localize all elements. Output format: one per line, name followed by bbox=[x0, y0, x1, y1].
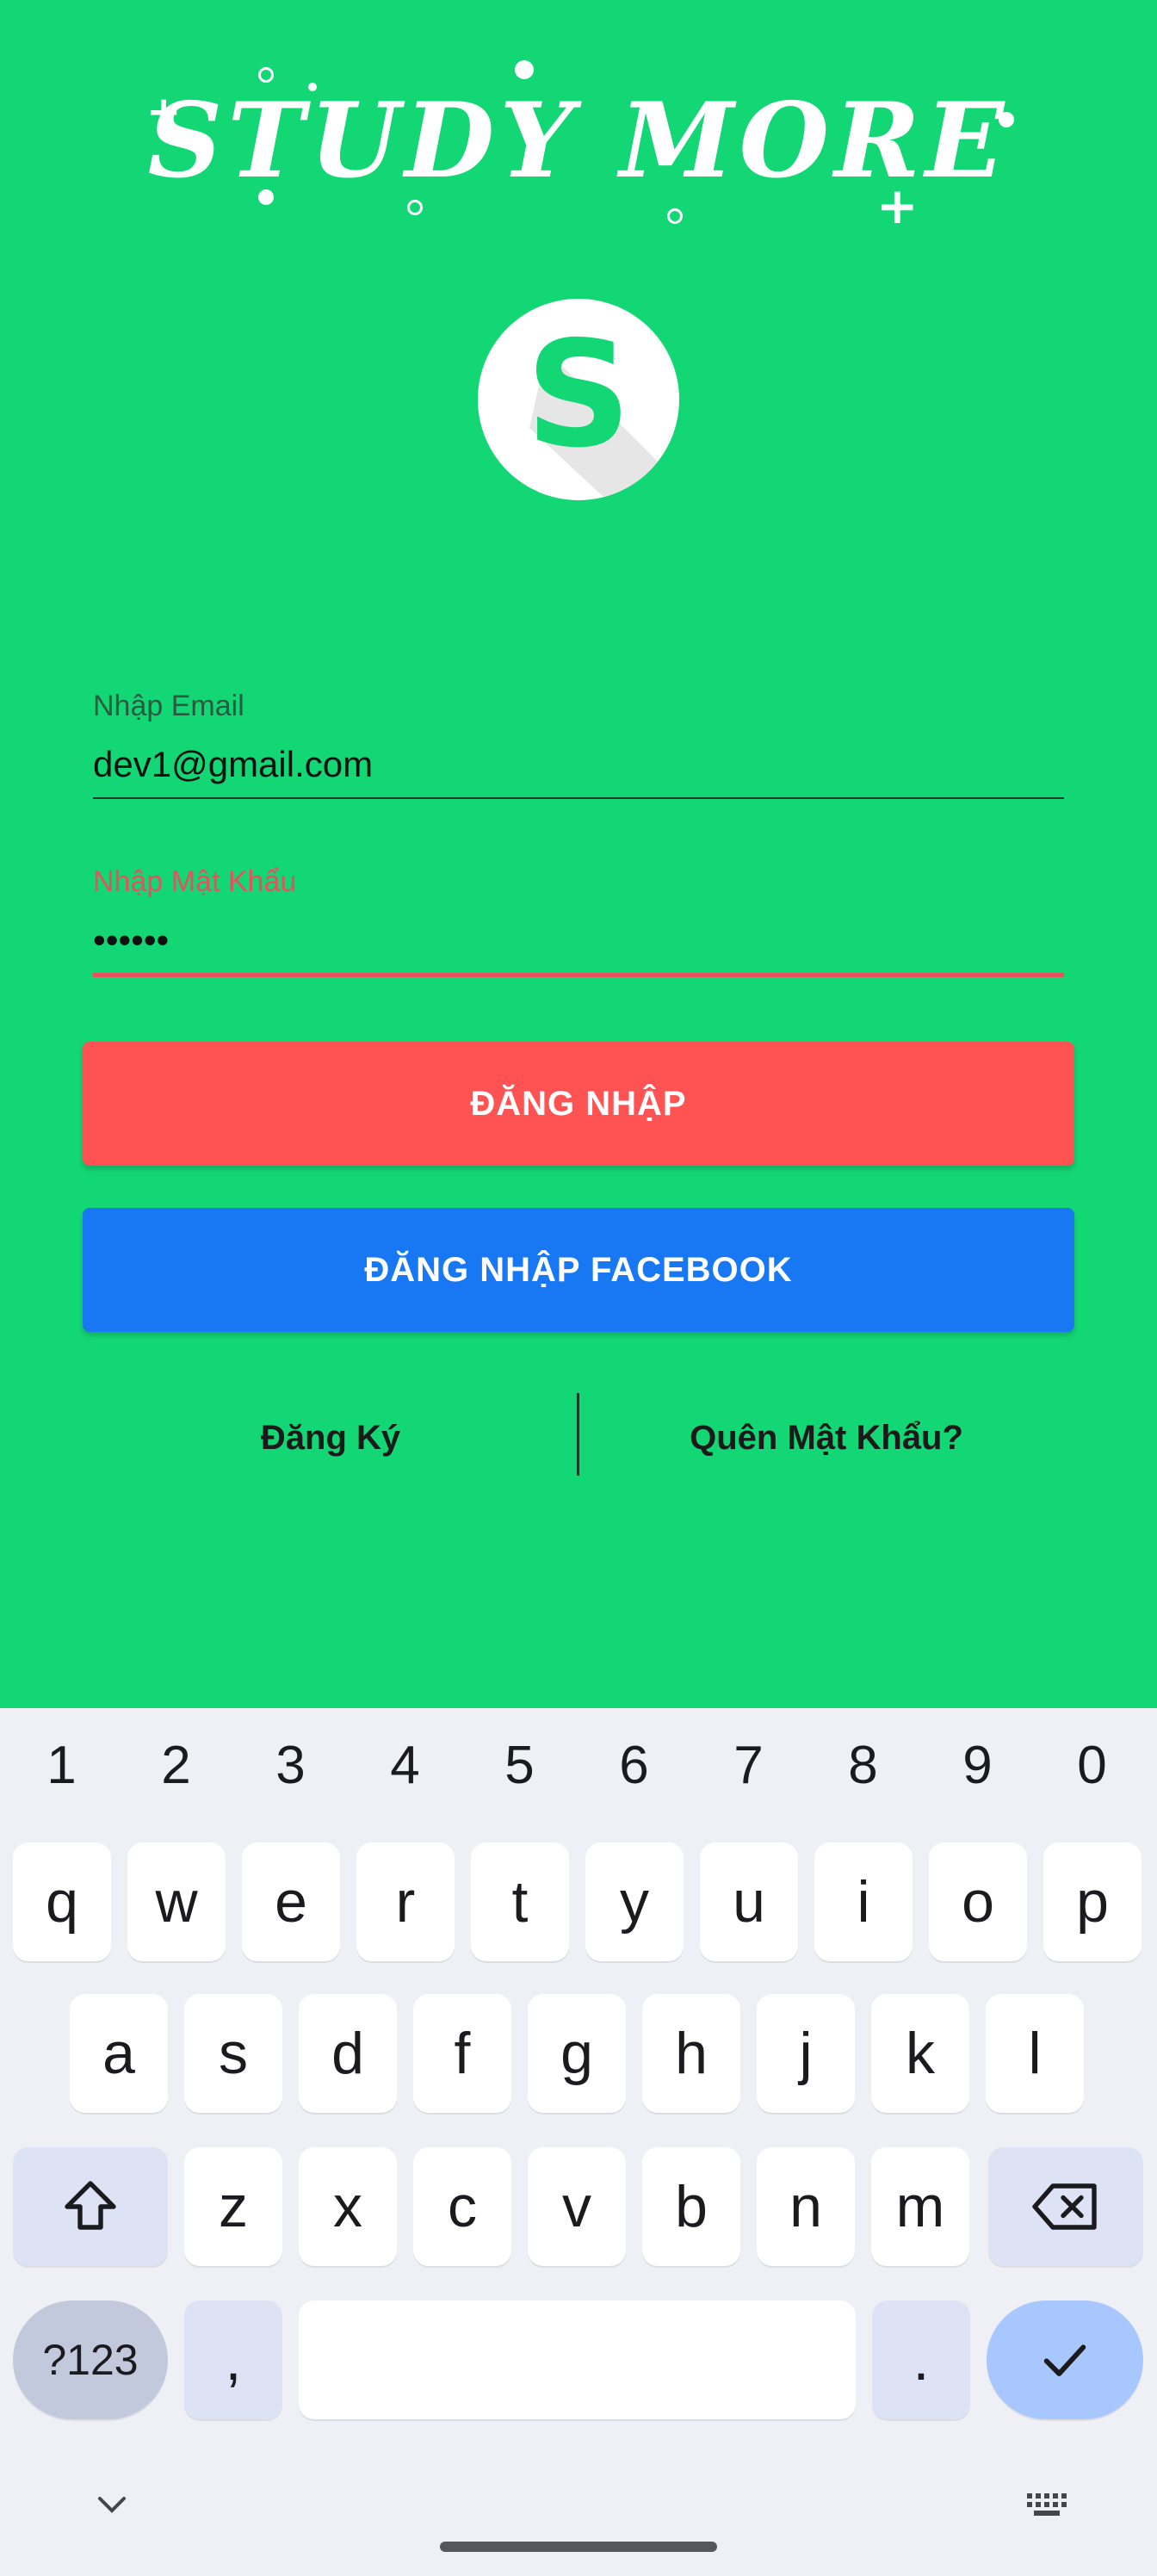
key-c[interactable]: c bbox=[413, 2147, 511, 2266]
email-field[interactable]: Nhập Email dev1@gmail.com bbox=[93, 689, 1064, 799]
key-8[interactable]: 8 bbox=[806, 1708, 920, 1822]
shift-icon bbox=[65, 2181, 116, 2230]
key-6[interactable]: 6 bbox=[577, 1708, 691, 1822]
key-g[interactable]: g bbox=[528, 1994, 626, 2113]
key-3[interactable]: 3 bbox=[233, 1708, 348, 1822]
password-label: Nhập Mật Khẩu bbox=[93, 865, 297, 898]
key-h[interactable]: h bbox=[642, 1994, 740, 2113]
sparkle-ring-icon bbox=[667, 208, 683, 224]
app-logo: S bbox=[478, 299, 679, 500]
key-j[interactable]: j bbox=[757, 1994, 855, 2113]
key-9[interactable]: 9 bbox=[920, 1708, 1035, 1822]
app-title-logo: + + STUDY MORE bbox=[129, 43, 1028, 241]
key-2[interactable]: 2 bbox=[119, 1708, 233, 1822]
key-0[interactable]: 0 bbox=[1035, 1708, 1149, 1822]
password-field[interactable]: Nhập Mật Khẩu •••••• bbox=[93, 864, 1064, 977]
logo-letter: S bbox=[526, 310, 631, 480]
home-indicator bbox=[440, 2542, 717, 2552]
key-7[interactable]: 7 bbox=[691, 1708, 806, 1822]
backspace-icon bbox=[1032, 2183, 1097, 2230]
key-u[interactable]: u bbox=[700, 1842, 798, 1961]
keyboard-icon[interactable] bbox=[1019, 2483, 1074, 2526]
forgot-password-link[interactable]: Quên Mật Khẩu? bbox=[578, 1412, 1074, 1464]
backspace-key[interactable] bbox=[988, 2147, 1143, 2266]
key-4[interactable]: 4 bbox=[348, 1708, 462, 1822]
key-y[interactable]: y bbox=[585, 1842, 684, 1961]
key-d[interactable]: d bbox=[299, 1994, 397, 2113]
email-label: Nhập Email bbox=[93, 690, 244, 722]
space-key[interactable] bbox=[299, 2300, 856, 2419]
keyboard-number-row: 1 2 3 4 5 6 7 8 9 0 bbox=[0, 1708, 1157, 1822]
sparkle-dot-icon bbox=[515, 60, 534, 79]
key-b[interactable]: b bbox=[642, 2147, 740, 2266]
key-w[interactable]: w bbox=[127, 1842, 226, 1961]
period-key[interactable]: . bbox=[872, 2300, 970, 2419]
email-underline bbox=[93, 797, 1064, 799]
shift-key[interactable] bbox=[13, 2147, 168, 2266]
sparkle-ring-icon bbox=[407, 200, 423, 215]
password-underline bbox=[93, 973, 1064, 977]
key-f[interactable]: f bbox=[413, 1994, 511, 2113]
key-m[interactable]: m bbox=[871, 2147, 969, 2266]
comma-key[interactable]: , bbox=[184, 2300, 282, 2419]
key-s[interactable]: s bbox=[184, 1994, 282, 2113]
checkmark-icon bbox=[1043, 2344, 1086, 2376]
key-5[interactable]: 5 bbox=[462, 1708, 577, 1822]
key-a[interactable]: a bbox=[70, 1994, 168, 2113]
password-input[interactable]: •••••• bbox=[93, 918, 1064, 966]
symbols-key[interactable]: ?123 bbox=[13, 2300, 168, 2419]
key-e[interactable]: e bbox=[242, 1842, 340, 1961]
key-n[interactable]: n bbox=[757, 2147, 855, 2266]
key-k[interactable]: k bbox=[871, 1994, 969, 2113]
register-link[interactable]: Đăng Ký bbox=[83, 1412, 578, 1464]
key-p[interactable]: p bbox=[1043, 1842, 1142, 1961]
key-q[interactable]: q bbox=[13, 1842, 111, 1961]
key-i[interactable]: i bbox=[814, 1842, 913, 1961]
soft-keyboard: 1 2 3 4 5 6 7 8 9 0 q w e r t y u i o p … bbox=[0, 1708, 1157, 2576]
logo-s-icon: S bbox=[526, 310, 679, 500]
key-l[interactable]: l bbox=[986, 1994, 1084, 2113]
app-title: STUDY MORE bbox=[147, 80, 1010, 201]
key-v[interactable]: v bbox=[528, 2147, 626, 2266]
enter-key[interactable] bbox=[987, 2300, 1143, 2419]
key-z[interactable]: z bbox=[184, 2147, 282, 2266]
facebook-login-button[interactable]: ĐĂNG NHẬP FACEBOOK bbox=[83, 1208, 1074, 1332]
key-r[interactable]: r bbox=[356, 1842, 455, 1961]
key-t[interactable]: t bbox=[471, 1842, 569, 1961]
key-1[interactable]: 1 bbox=[4, 1708, 119, 1822]
key-x[interactable]: x bbox=[299, 2147, 397, 2266]
login-button[interactable]: ĐĂNG NHẬP bbox=[83, 1042, 1074, 1166]
key-o[interactable]: o bbox=[929, 1842, 1027, 1961]
email-input[interactable]: dev1@gmail.com bbox=[93, 742, 1064, 790]
login-screen: + + STUDY MORE S Nhập Email dev1@gmail.c… bbox=[0, 0, 1157, 2576]
chevron-down-icon[interactable] bbox=[86, 2483, 138, 2526]
